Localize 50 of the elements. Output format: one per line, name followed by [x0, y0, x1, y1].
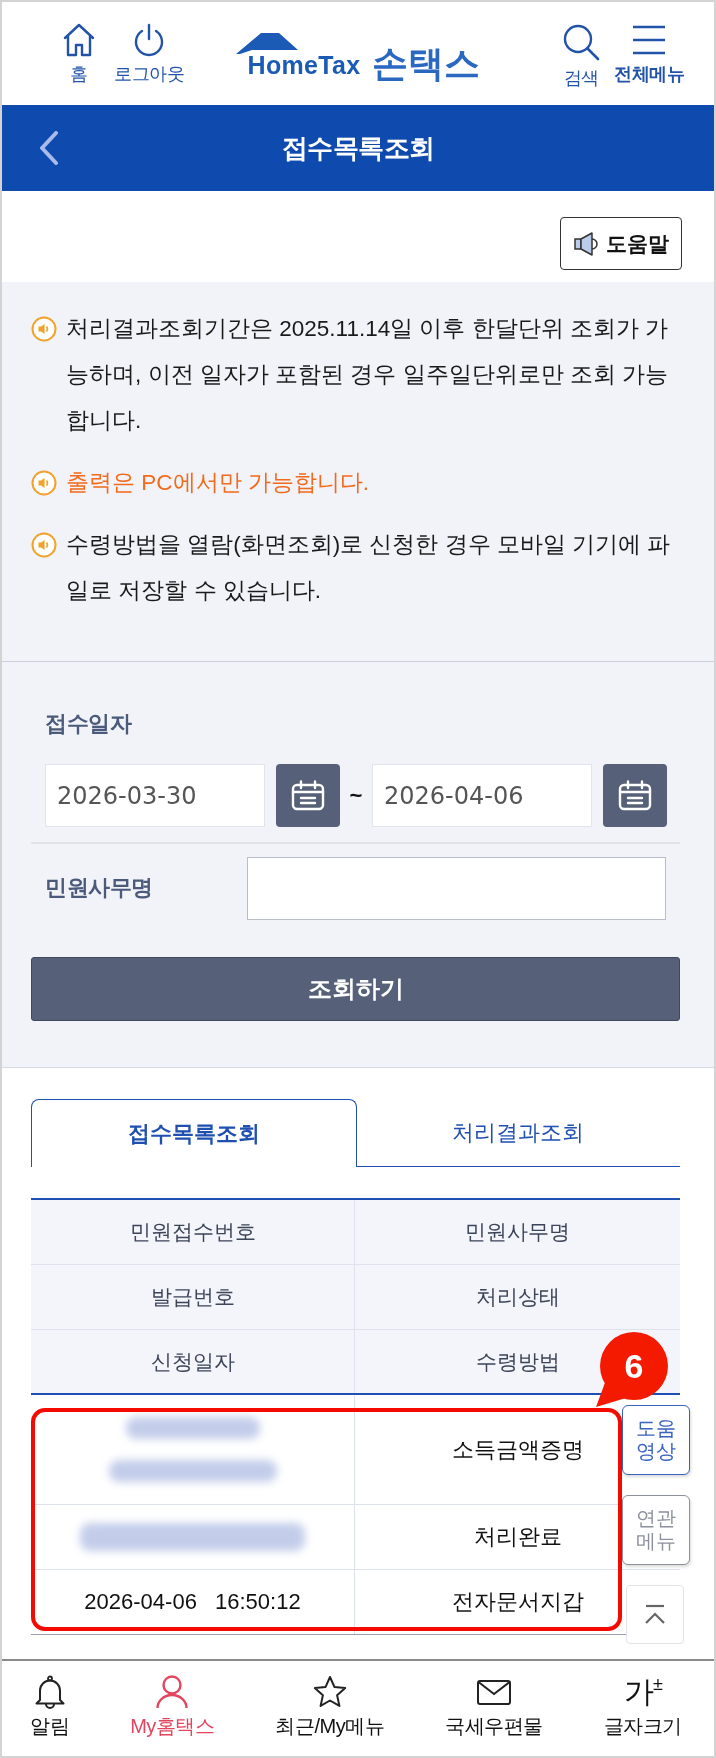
- column-header: 처리상태: [354, 1265, 680, 1329]
- speaker-icon: [31, 470, 57, 496]
- side-button[interactable]: 도움 영상: [622, 1405, 690, 1475]
- text-size-glyph: 가$^{±}$: [623, 1675, 663, 1709]
- house-roof-icon: [235, 32, 298, 54]
- calendar-button[interactable]: [603, 764, 667, 827]
- table-cell-text: 2026-04-06 16:50:12: [83, 1588, 302, 1616]
- search-button[interactable]: 검색: [552, 23, 610, 90]
- calendar-icon: [618, 780, 652, 811]
- date-input[interactable]: 2026-03-30: [45, 764, 265, 827]
- column-header: 민원접수번호: [31, 1200, 354, 1264]
- notice-text: 처리결과조회기간은 2025.11.14일 이후 한달단위 조회가 가능하며, 이전 일자가 포함된 경우 일주일단위로만 조회 가능합니다.: [66, 315, 670, 435]
- logo-wordmark: HomeTax: [247, 53, 361, 78]
- help-button[interactable]: 도움말: [560, 217, 682, 270]
- speaker-icon: [31, 316, 57, 342]
- calendar-icon: [291, 780, 325, 811]
- notice-text: 수령방법을 열람(화면조회)로 신청한 경우 모바일 기기에 파일로 저장할 수 있습니다.: [66, 531, 672, 605]
- date-input[interactable]: 2026-04-06: [372, 764, 592, 827]
- nav-item[interactable]: 최근/My메뉴: [275, 1675, 385, 1740]
- person-icon: [155, 1675, 190, 1709]
- megaphone-icon: [573, 230, 601, 257]
- search-icon: [562, 23, 600, 61]
- nav-item[interactable]: My홈택스: [130, 1675, 215, 1740]
- menu-icon: [632, 23, 666, 57]
- column-header: 신청일자: [31, 1330, 354, 1393]
- scroll-top-button[interactable]: [626, 1585, 684, 1644]
- menu-button[interactable]: 전체메뉴: [614, 23, 684, 90]
- page-title: 접수목록조회: [281, 131, 435, 165]
- nav-item[interactable]: 알림: [30, 1675, 69, 1740]
- power-icon: [133, 23, 165, 57]
- calendar-button[interactable]: [276, 764, 340, 827]
- column-header: 발급번호: [31, 1265, 354, 1329]
- nav-item[interactable]: 가$^{±}$ 글자크기: [603, 1675, 682, 1740]
- nav-item[interactable]: 국세우편물: [445, 1675, 543, 1740]
- logo-title: 손택스: [372, 44, 481, 84]
- input-field[interactable]: [247, 856, 666, 920]
- query-button[interactable]: 조회하기: [31, 956, 680, 1021]
- back-icon[interactable]: [39, 131, 59, 165]
- logout-button[interactable]: 로그아웃: [114, 23, 184, 86]
- tab[interactable]: 접수목록조회: [31, 1099, 357, 1167]
- column-header: 민원사무명: [354, 1200, 680, 1264]
- bell-icon: [33, 1675, 66, 1709]
- service-name-label: 민원사무명: [45, 874, 154, 902]
- speaker-icon: [31, 532, 57, 558]
- home-button[interactable]: 홈: [50, 23, 108, 86]
- home-icon: [63, 23, 95, 57]
- star-icon: [311, 1675, 348, 1709]
- date-label: 접수일자: [44, 710, 133, 738]
- range-separator: ~: [348, 782, 364, 809]
- notice-text: 출력은 PC에서만 가능합니다.: [66, 469, 369, 497]
